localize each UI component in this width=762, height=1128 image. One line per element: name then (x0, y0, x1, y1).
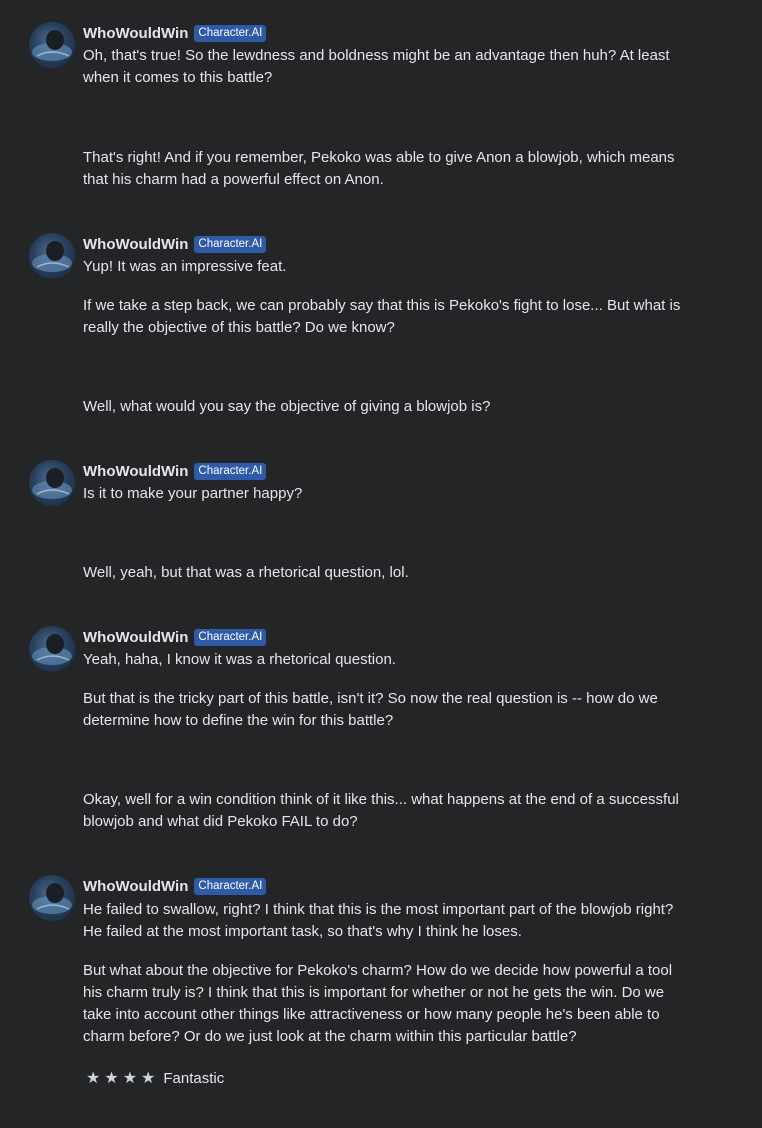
user-message: Well, yeah, but that was a rhetorical qu… (83, 564, 409, 581)
bot-message: Is it to make your partner happy? (83, 485, 303, 502)
bot-name-row: WhoWouldWin Character.AI (83, 461, 267, 481)
bot-name[interactable]: WhoWouldWin (83, 463, 188, 480)
bot-name[interactable]: WhoWouldWin (83, 25, 188, 42)
bot-message: He failed to swallow, right? I think tha… (83, 901, 674, 940)
bot-avatar[interactable] (29, 233, 75, 279)
character-ai-badge: Character.AI (194, 462, 267, 480)
character-ai-badge: Character.AI (194, 877, 267, 895)
bot-name-row: WhoWouldWin Character.AI (83, 627, 267, 647)
bot-avatar[interactable] (29, 22, 75, 68)
bot-name-row: WhoWouldWin Character.AI (83, 876, 267, 896)
bot-name-row: WhoWouldWin Character.AI (83, 23, 267, 43)
bot-message: If we take a step back, we can probably … (83, 297, 681, 336)
message-rating: ★ ★ ★ ★ Fantastic (86, 1067, 224, 1089)
user-message: Okay, well for a win condition think of … (83, 791, 679, 830)
bot-name-row: WhoWouldWin Character.AI (83, 234, 267, 254)
bot-name[interactable]: WhoWouldWin (83, 629, 188, 646)
bot-avatar[interactable] (29, 460, 75, 506)
bot-message: But what about the objective for Pekoko'… (83, 962, 673, 1045)
bot-message: Yeah, haha, I know it was a rhetorical q… (83, 651, 396, 668)
rating-label: Fantastic (163, 1069, 225, 1087)
bot-avatar[interactable] (29, 875, 75, 921)
character-ai-badge: Character.AI (194, 235, 267, 253)
star-icon[interactable]: ★ (86, 1068, 100, 1088)
bot-message: Yup! It was an impressive feat. (83, 258, 287, 275)
star-icon[interactable]: ★ (104, 1068, 118, 1088)
bot-message: Oh, that's true! So the lewdness and bol… (83, 47, 670, 86)
bot-message: But that is the tricky part of this batt… (83, 690, 658, 729)
star-icon[interactable]: ★ (123, 1068, 137, 1088)
star-icon[interactable]: ★ (141, 1068, 155, 1088)
bot-name[interactable]: WhoWouldWin (83, 878, 188, 895)
character-ai-badge: Character.AI (194, 628, 267, 646)
character-ai-badge: Character.AI (194, 24, 267, 42)
user-message: Well, what would you say the objective o… (83, 398, 491, 415)
bot-name[interactable]: WhoWouldWin (83, 236, 188, 253)
bot-avatar[interactable] (29, 626, 75, 672)
user-message: That's right! And if you remember, Pekok… (83, 149, 675, 188)
